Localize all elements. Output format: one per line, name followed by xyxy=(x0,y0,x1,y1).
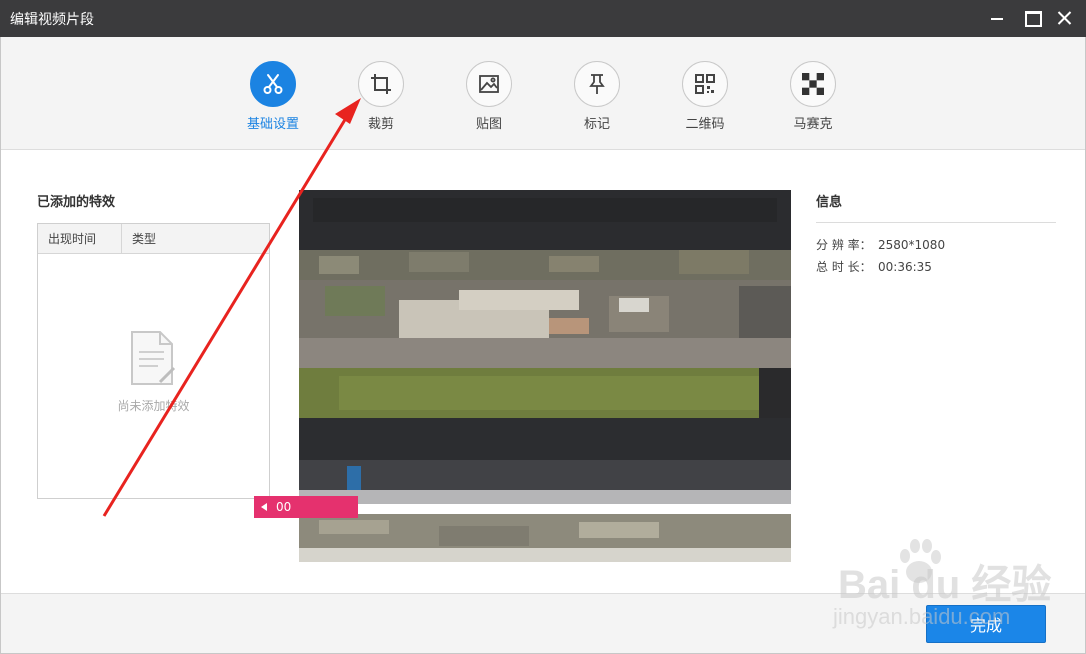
tab-label: 贴图 xyxy=(475,117,502,132)
info-divider xyxy=(816,222,1056,223)
resolution-value: 2580*1080 xyxy=(878,238,946,252)
mosaic-icon xyxy=(802,73,824,95)
duration-label: 总 时 长： xyxy=(816,260,872,274)
baidu-watermark: Bai du 经验 xyxy=(838,563,1052,607)
tab-label: 二维码 xyxy=(685,117,725,132)
tab-mosaic[interactable]: 马赛克 xyxy=(773,61,853,132)
title-bar: 编辑视频片段 xyxy=(0,0,1086,37)
column-type[interactable]: 类型 xyxy=(122,224,156,253)
tab-basic-settings[interactable]: 基础设置 xyxy=(233,61,313,132)
column-time[interactable]: 出现时间 xyxy=(38,224,122,253)
effects-table-header: 出现时间 类型 xyxy=(38,224,269,254)
info-duration: 总 时 长： 00:36:35 xyxy=(816,258,932,275)
info-title: 信息 xyxy=(816,195,843,210)
info-resolution: 分 辨 率： 2580*1080 xyxy=(816,236,945,253)
tab-qrcode[interactable]: 二维码 xyxy=(665,61,745,132)
tab-label: 基础设置 xyxy=(246,117,299,132)
effects-section-title: 已添加的特效 xyxy=(37,195,116,210)
effects-table: 出现时间 类型 尚未添加特效 xyxy=(37,223,270,499)
maximize-icon[interactable] xyxy=(1019,6,1045,30)
image-icon xyxy=(479,75,499,93)
scissors-icon xyxy=(263,74,283,94)
minimize-icon[interactable] xyxy=(984,6,1010,30)
duration-value: 00:36:35 xyxy=(878,260,932,274)
crop-icon xyxy=(371,74,391,94)
empty-document-icon xyxy=(131,331,176,385)
baidu-watermark-url: jingyan.baidu.com xyxy=(833,604,1011,629)
resolution-label: 分 辨 率： xyxy=(816,238,872,252)
pin-icon xyxy=(589,74,605,94)
tab-crop[interactable]: 裁剪 xyxy=(341,61,421,132)
effects-toolbar: 基础设置 裁剪 贴图 标记 二维码 马赛克 xyxy=(1,37,1085,150)
tab-label: 马赛克 xyxy=(793,117,833,132)
tab-label: 标记 xyxy=(583,117,610,132)
empty-effects-text: 尚未添加特效 xyxy=(117,399,190,413)
video-preview[interactable] xyxy=(299,190,791,562)
tab-sticker[interactable]: 贴图 xyxy=(449,61,529,132)
window-title: 编辑视频片段 xyxy=(10,12,94,28)
timeline-marker[interactable]: 00 xyxy=(254,496,358,518)
tab-label: 裁剪 xyxy=(367,117,394,132)
close-icon[interactable] xyxy=(1052,6,1078,30)
qrcode-icon xyxy=(695,74,715,94)
tab-mark[interactable]: 标记 xyxy=(557,61,637,132)
